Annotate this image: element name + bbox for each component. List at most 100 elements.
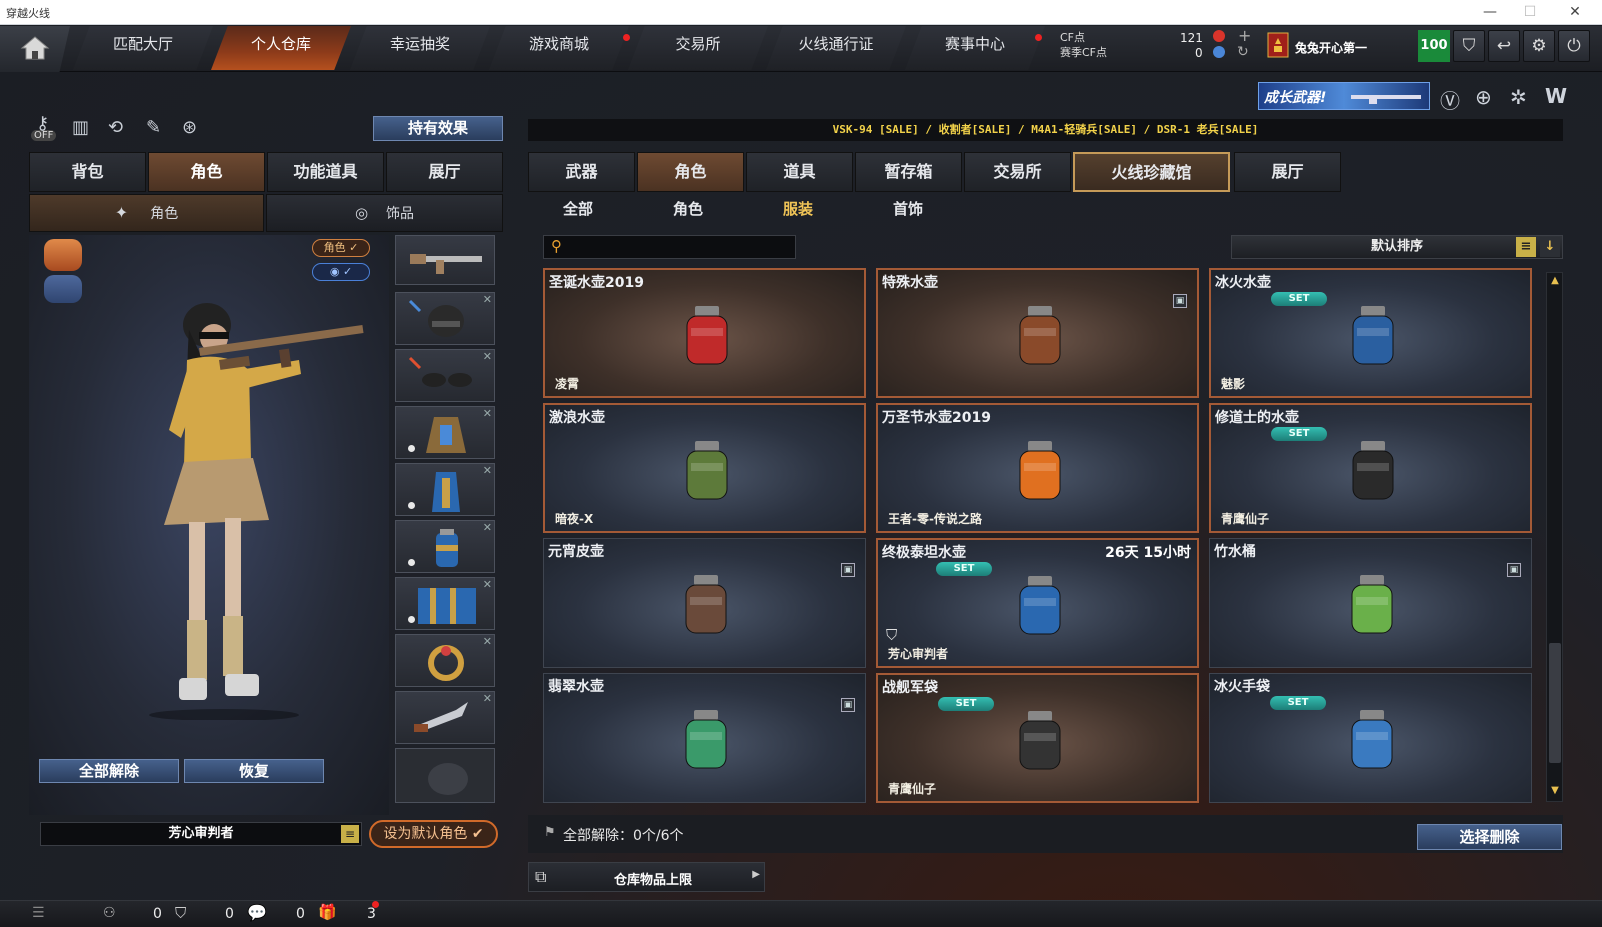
- ring-slot[interactable]: ✕: [395, 634, 495, 687]
- item-card[interactable]: 万圣节水壶2019 王者-零-传说之路: [876, 403, 1199, 533]
- subtab-accessory[interactable]: ◎ 饰品: [266, 194, 503, 232]
- item-card[interactable]: 冰火水壶 SET 魅影: [1209, 268, 1532, 398]
- brush-icon[interactable]: ✎: [146, 117, 161, 138]
- power-button[interactable]: ⏻: [1558, 30, 1590, 62]
- select-delete-button[interactable]: 选择删除: [1417, 824, 1562, 850]
- set-default-role-button[interactable]: 设为默认角色 ✔: [369, 820, 498, 848]
- left-tab-1[interactable]: 角色: [148, 152, 265, 192]
- lock-icon[interactable]: ▣: [1507, 563, 1521, 577]
- right-tab-0[interactable]: 武器: [528, 152, 635, 192]
- nav-tab-5[interactable]: 火线通行证: [766, 26, 906, 70]
- item-card[interactable]: 激浪水壶 暗夜-X: [543, 403, 866, 533]
- backpack-slot[interactable]: ✕: [395, 463, 495, 516]
- eagle-badge-icon[interactable]: [44, 239, 82, 271]
- right-tab-3[interactable]: 暂存箱: [855, 152, 962, 192]
- clan-shield-icon[interactable]: ⛉: [175, 904, 186, 922]
- mouse-icon[interactable]: ⊛: [182, 117, 197, 138]
- gift-icon[interactable]: 🎁: [318, 903, 337, 921]
- right-tab-5[interactable]: 火线珍藏馆: [1073, 152, 1230, 192]
- item-card[interactable]: 翡翠水壶 ▣: [543, 673, 866, 803]
- nav-tab-6[interactable]: 赛事中心: [905, 26, 1045, 70]
- scroll-down-icon[interactable]: ▼: [1549, 785, 1561, 797]
- character-name-field[interactable]: 芳心审判者: [40, 822, 362, 846]
- right-tab-6[interactable]: 展厅: [1234, 152, 1341, 192]
- storage-limit-bar[interactable]: ⧉ 仓库物品上限 ▶: [528, 862, 765, 892]
- list-view-icon[interactable]: ≡: [1516, 237, 1536, 257]
- nav-tab-1[interactable]: 个人仓库: [211, 26, 351, 70]
- release-all-count[interactable]: 全部解除：0个/6个: [563, 825, 684, 845]
- scroll-up-icon[interactable]: ▲: [1549, 275, 1561, 287]
- back-button[interactable]: ↩: [1488, 30, 1520, 62]
- item-card[interactable]: 冰火手袋 SET: [1209, 673, 1532, 803]
- filter-tab-1[interactable]: 角色: [633, 198, 743, 224]
- character-preview[interactable]: 角色 ✓ ◉ ✓ 全部解除 恢复: [29, 235, 389, 815]
- right-tab-4[interactable]: 交易所: [964, 152, 1071, 192]
- item-card[interactable]: 战舰军袋 SET 青鹰仙子: [876, 673, 1199, 803]
- restore-button[interactable]: 恢复: [184, 759, 324, 783]
- item-card[interactable]: 终极泰坦水壶 26天 15小时 SET ⛉ 芳心审判者: [876, 538, 1199, 668]
- role-icon: ✦: [114, 203, 129, 222]
- ranking-icon[interactable]: ▥: [72, 117, 89, 138]
- item-card[interactable]: 竹水桶 ▣: [1209, 538, 1532, 668]
- lock-icon[interactable]: ▣: [841, 563, 855, 577]
- add-cf-icon[interactable]: +: [1238, 26, 1251, 45]
- menu-list-icon[interactable]: ☰: [32, 905, 45, 921]
- filter-tab-3[interactable]: 首饰: [853, 198, 963, 224]
- growth-weapon-banner[interactable]: 成长武器!: [1258, 82, 1430, 110]
- filter-tab-2[interactable]: 服装: [743, 198, 853, 224]
- left-tab-0[interactable]: 背包: [29, 152, 146, 192]
- wing-badge-icon[interactable]: [44, 275, 82, 303]
- sort-direction-icon[interactable]: ↓: [1540, 237, 1560, 257]
- friends-icon[interactable]: ⚇: [103, 905, 116, 921]
- sort-dropdown[interactable]: 默认排序 ≡ ↓: [1231, 235, 1563, 259]
- item-card[interactable]: 圣诞水壶2019 凌霄: [543, 268, 866, 398]
- maximize-button[interactable]: ☐: [1515, 2, 1545, 22]
- search-input[interactable]: ⚲: [543, 235, 796, 259]
- role-tag[interactable]: 角色 ✓: [312, 239, 370, 257]
- weapon-slot[interactable]: [395, 235, 495, 285]
- scrollbar[interactable]: ▲ ▼: [1546, 272, 1563, 802]
- right-tab-1[interactable]: 角色: [637, 152, 744, 192]
- cf-points-info: CF点 赛季CF点: [1060, 30, 1107, 60]
- refresh-icon[interactable]: ↻: [1237, 44, 1249, 60]
- gear-star-icon[interactable]: ✲: [1510, 85, 1527, 109]
- scroll-thumb[interactable]: [1549, 643, 1561, 763]
- item-card[interactable]: 元宵皮壶 ▣: [543, 538, 866, 668]
- armor-slot[interactable]: ✕: [395, 406, 495, 459]
- knife-slot[interactable]: ✕: [395, 691, 495, 744]
- lock-icon[interactable]: ▣: [1173, 294, 1187, 308]
- nav-tab-0[interactable]: 匹配大厅: [73, 26, 213, 70]
- chat-icon[interactable]: 💬: [247, 903, 267, 922]
- settings-button[interactable]: ⚙: [1523, 30, 1555, 62]
- left-tab-3[interactable]: 展厅: [386, 152, 503, 192]
- filter-tab-0[interactable]: 全部: [523, 198, 633, 224]
- sale-ticker[interactable]: VSK-94 [SALE] / 收割者[SALE] / M4A1-轻骑兵[SAL…: [528, 119, 1563, 141]
- item-card[interactable]: 修道士的水壶 SET 青鹰仙子: [1209, 403, 1532, 533]
- flask-slot[interactable]: ✕: [395, 520, 495, 573]
- minimize-button[interactable]: —: [1475, 2, 1505, 22]
- mail-button[interactable]: ⛉: [1453, 30, 1485, 62]
- left-tab-2[interactable]: 功能道具: [267, 152, 384, 192]
- nav-tab-4[interactable]: 交易所: [628, 26, 768, 70]
- v-badge-icon[interactable]: Ⓥ: [1440, 85, 1460, 114]
- item-card[interactable]: 特殊水壶 ▣: [876, 268, 1199, 398]
- release-all-button[interactable]: 全部解除: [39, 759, 179, 783]
- hold-effect-button[interactable]: 持有效果: [373, 116, 503, 141]
- visibility-tag[interactable]: ◉ ✓: [312, 263, 370, 281]
- empty-slot[interactable]: [395, 748, 495, 803]
- nav-tab-2[interactable]: 幸运抽奖: [350, 26, 490, 70]
- list-menu-icon[interactable]: ≡: [341, 825, 359, 843]
- lock-icon[interactable]: ▣: [841, 698, 855, 712]
- key-icon[interactable]: ⚷: [36, 113, 49, 134]
- w-logo-icon[interactable]: W: [1545, 84, 1567, 108]
- history-icon[interactable]: ⟲: [108, 117, 123, 138]
- pouch-slot[interactable]: ✕: [395, 577, 495, 630]
- globe-icon[interactable]: ⊕: [1475, 85, 1492, 109]
- close-button[interactable]: ✕: [1560, 2, 1590, 22]
- subtab-role[interactable]: ✦ 角色: [29, 194, 264, 232]
- home-button[interactable]: [0, 26, 70, 72]
- glasses-slot[interactable]: ✕: [395, 349, 495, 402]
- helmet-slot[interactable]: ✕: [395, 292, 495, 345]
- nav-tab-3[interactable]: 游戏商城: [489, 26, 629, 70]
- right-tab-2[interactable]: 道具: [746, 152, 853, 192]
